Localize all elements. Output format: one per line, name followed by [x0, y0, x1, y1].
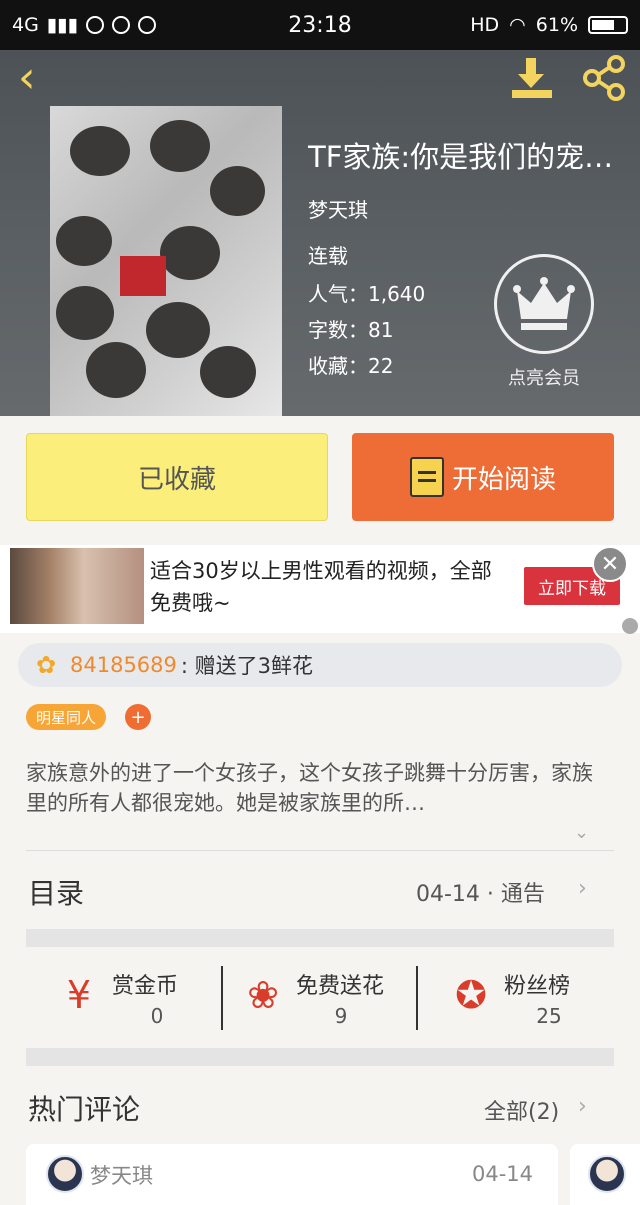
comment-user[interactable]: 梦天琪 — [90, 1160, 153, 1190]
book-icon — [409, 457, 444, 497]
ad-banner[interactable]: 适合30岁以上男性观看的视频，全部免费哦~ 立即下载 — [0, 545, 640, 633]
battery-icon — [588, 16, 628, 34]
download-button[interactable] — [508, 56, 556, 100]
catalog-latest-chapter[interactable]: 04-14 · 通告 — [416, 876, 545, 908]
hot-comments-title: 热门评论 — [28, 1093, 141, 1126]
clock: 23:18 — [288, 12, 352, 38]
free-flower-label: 免费送花 — [296, 974, 385, 999]
reward-coin-label: 赏金币 — [112, 974, 179, 999]
share-button[interactable] — [580, 54, 628, 102]
fan-ranking-stat[interactable]: ✪ 粉丝榜 25 — [448, 964, 638, 1034]
chevron-right-icon[interactable]: › — [578, 876, 587, 901]
free-flower-value: 9 — [334, 1004, 348, 1028]
avatar[interactable] — [588, 1155, 626, 1193]
medal-icon: ✪ — [455, 973, 487, 1017]
start-reading-label: 开始阅读 — [451, 464, 556, 495]
collected-label: 已收藏 — [137, 464, 216, 495]
tag-star-fanfic[interactable]: 明星同人 — [26, 704, 107, 730]
favorites-stat: 收藏：22 — [308, 354, 394, 378]
section-separator — [26, 929, 614, 947]
flower-gift-icon: ✿ — [36, 651, 57, 679]
all-comments-link[interactable]: 全部(2) — [484, 1094, 559, 1126]
ad-close-button[interactable]: ✕ — [592, 546, 628, 582]
reward-coin-stat[interactable]: ¥ 赏金币 0 — [56, 964, 246, 1034]
share-icon — [583, 55, 625, 101]
close-icon: ✕ — [600, 551, 620, 577]
status-bar: 4G ▮▮▮ 23:18 HD ◠ 61% — [0, 0, 640, 50]
download-icon — [512, 58, 552, 98]
chevron-right-icon[interactable]: › — [578, 1094, 587, 1119]
section-separator — [26, 1048, 614, 1066]
start-reading-button[interactable]: 开始阅读 — [352, 433, 614, 521]
expand-description-button[interactable]: ⌄ — [574, 822, 594, 843]
free-flower-stat[interactable]: ❀ 免费送花 9 — [240, 964, 430, 1034]
book-cover[interactable] — [50, 106, 282, 416]
book-title: TF家族:你是我们的宠… — [308, 140, 614, 174]
chevron-down-icon: ⌄ — [574, 822, 590, 843]
collected-button[interactable]: 已收藏 — [26, 433, 328, 521]
crown-icon — [513, 277, 575, 330]
word-count-stat: 字数：81 — [308, 318, 394, 342]
catalog-title[interactable]: 目录 — [28, 872, 84, 912]
vip-button[interactable]: 点亮会员 — [492, 254, 596, 394]
popularity-stat: 人气：1,640 — [308, 282, 426, 306]
book-description[interactable]: 家族意外的进了一个女孩子，这个女孩子跳舞十分厉害，家族里的所有人都很宠她。她是被… — [26, 758, 606, 818]
reward-coin-icon: ¥ — [66, 973, 92, 1017]
comment-date: 04-14 — [472, 1162, 534, 1186]
divider — [221, 966, 223, 1030]
ad-info-icon[interactable] — [622, 618, 638, 634]
ad-image[interactable] — [10, 548, 144, 624]
vip-label: 点亮会员 — [508, 368, 580, 389]
back-button[interactable]: ‹ — [18, 56, 58, 100]
reward-coin-value: 0 — [150, 1004, 164, 1028]
gift-text: : 赠送了3鲜花 — [180, 654, 314, 678]
book-author[interactable]: 梦天琪 — [308, 194, 368, 223]
ad-text[interactable]: 适合30岁以上男性观看的视频，全部免费哦~ — [150, 555, 510, 619]
gift-user: 84185689 — [70, 653, 177, 677]
avatar[interactable] — [46, 1155, 84, 1193]
flower-icon: ❀ — [247, 973, 279, 1017]
chevron-left-icon: ‹ — [18, 52, 36, 103]
book-status: 连载 — [308, 244, 348, 268]
add-tag-button[interactable]: + — [125, 704, 151, 730]
fan-ranking-value: 25 — [536, 1004, 562, 1028]
fan-ranking-label: 粉丝榜 — [504, 974, 571, 999]
book-header: ‹ TF家族:你是我们的宠… 梦天琪 连载 人气：1,640 字数：81 收藏：… — [0, 50, 640, 416]
divider — [26, 850, 614, 851]
divider — [416, 966, 418, 1030]
gift-ticker[interactable]: ✿ 84185689 : 赠送了3鲜花 — [18, 643, 622, 687]
